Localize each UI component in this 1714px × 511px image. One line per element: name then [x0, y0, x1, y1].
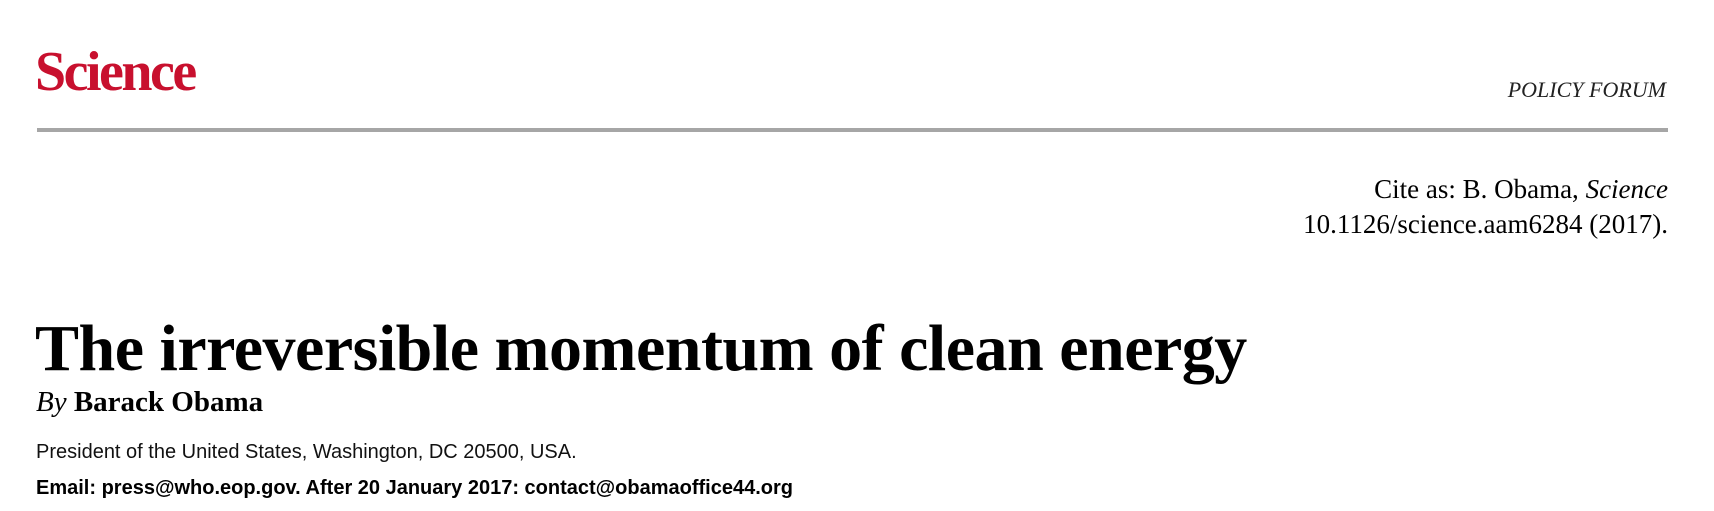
byline-label: By	[36, 386, 67, 418]
citation-journal: Science	[1585, 174, 1668, 204]
citation-prefix: Cite as: B. Obama,	[1374, 174, 1579, 204]
citation-line-1: Cite as: B. Obama, Science	[1303, 172, 1668, 207]
author-email: Email: press@who.eop.gov. After 20 Janua…	[36, 477, 794, 499]
author-name: Barack Obama	[73, 386, 264, 418]
article-title: The irreversible momentum of clean energ…	[35, 312, 1247, 386]
citation-doi: 10.1126/science.aam6284 (2017).	[1303, 209, 1668, 239]
byline: By Barack Obama	[36, 388, 263, 417]
journal-logo: Science	[35, 41, 197, 103]
citation-block: Cite as: B. Obama, Science 10.1126/scien…	[1303, 172, 1668, 242]
author-affiliation: President of the United States, Washingt…	[36, 441, 577, 463]
section-label: POLICY FORUM	[1507, 77, 1666, 102]
header-divider	[37, 128, 1668, 132]
